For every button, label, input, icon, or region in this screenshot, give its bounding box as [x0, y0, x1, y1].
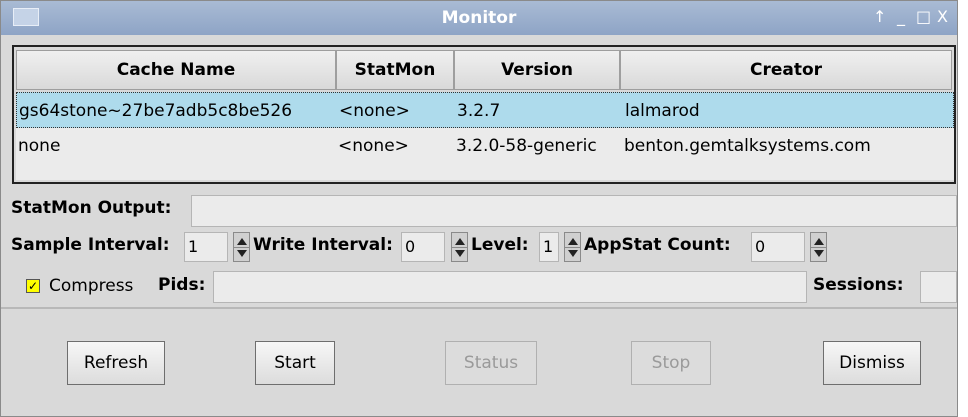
table-row[interactable]: gs64stone~27be7adb5c8be526 <none> 3.2.7 …	[16, 92, 954, 128]
minimize-icon[interactable]: _	[897, 7, 905, 26]
level-spinner[interactable]	[564, 232, 581, 262]
divider	[1, 307, 957, 309]
refresh-button[interactable]: Refresh	[67, 341, 165, 385]
appstat-count-label: AppStat Count:	[584, 235, 731, 255]
cell-version: 3.2.7	[457, 101, 501, 121]
pids-field[interactable]	[213, 271, 807, 303]
arrow-up-icon[interactable]	[568, 238, 578, 245]
close-icon[interactable]: X	[937, 7, 948, 26]
window-title: Monitor	[441, 8, 517, 28]
column-header-cache-name[interactable]: Cache Name	[16, 50, 336, 90]
sessions-field[interactable]	[920, 271, 957, 303]
arrow-up-icon[interactable]	[237, 238, 247, 245]
statmon-output-label: StatMon Output:	[11, 198, 172, 218]
sample-interval-spinner[interactable]	[233, 232, 250, 262]
sample-interval-field[interactable]: 1	[184, 232, 228, 262]
checkmark-icon: ✓	[27, 279, 39, 293]
appstat-count-spinner[interactable]	[810, 232, 827, 262]
monitor-window: Monitor ↑ _ □ X Cache Name StatMon Versi…	[0, 0, 958, 417]
start-button[interactable]: Start	[255, 341, 335, 385]
column-header-version[interactable]: Version	[454, 50, 620, 90]
compress-checkbox[interactable]: ✓	[26, 279, 40, 293]
sample-interval-label: Sample Interval:	[11, 235, 170, 255]
appstat-count-field[interactable]: 0	[751, 232, 805, 262]
cell-statmon: <none>	[338, 136, 409, 156]
statmon-output-field[interactable]	[191, 195, 957, 227]
compress-label[interactable]: Compress	[49, 276, 133, 296]
stop-button[interactable]: Stop	[631, 341, 711, 385]
level-label: Level:	[471, 235, 529, 255]
cell-statmon: <none>	[339, 101, 410, 121]
arrow-up-icon[interactable]	[455, 238, 465, 245]
cell-cache-name: none	[18, 136, 61, 156]
cell-creator: benton.gemtalksystems.com	[624, 136, 871, 156]
write-interval-spinner[interactable]	[451, 232, 468, 262]
arrow-up-icon[interactable]	[814, 238, 824, 245]
write-interval-field[interactable]: 0	[401, 232, 445, 262]
shade-icon[interactable]: ↑	[873, 7, 886, 26]
arrow-down-icon[interactable]	[455, 250, 465, 257]
arrow-down-icon[interactable]	[237, 250, 247, 257]
pids-label: Pids:	[158, 275, 206, 295]
cell-cache-name: gs64stone~27be7adb5c8be526	[19, 101, 293, 121]
sessions-label: Sessions:	[813, 275, 904, 295]
arrow-down-icon[interactable]	[568, 250, 578, 257]
cache-table: Cache Name StatMon Version Creator gs64s…	[12, 45, 956, 184]
status-button[interactable]: Status	[445, 341, 537, 385]
cell-creator: lalmarod	[625, 101, 700, 121]
dismiss-button[interactable]: Dismiss	[823, 341, 921, 385]
arrow-down-icon[interactable]	[814, 250, 824, 257]
column-header-creator[interactable]: Creator	[620, 50, 952, 90]
cell-version: 3.2.0-58-generic	[456, 136, 597, 156]
write-interval-label: Write Interval:	[253, 235, 393, 255]
title-bar[interactable]: Monitor ↑ _ □ X	[1, 1, 957, 35]
table-row[interactable]: none <none> 3.2.0-58-generic benton.gemt…	[16, 128, 954, 164]
column-header-statmon[interactable]: StatMon	[336, 50, 454, 90]
maximize-icon[interactable]: □	[916, 7, 931, 26]
level-field[interactable]: 1	[539, 232, 559, 262]
